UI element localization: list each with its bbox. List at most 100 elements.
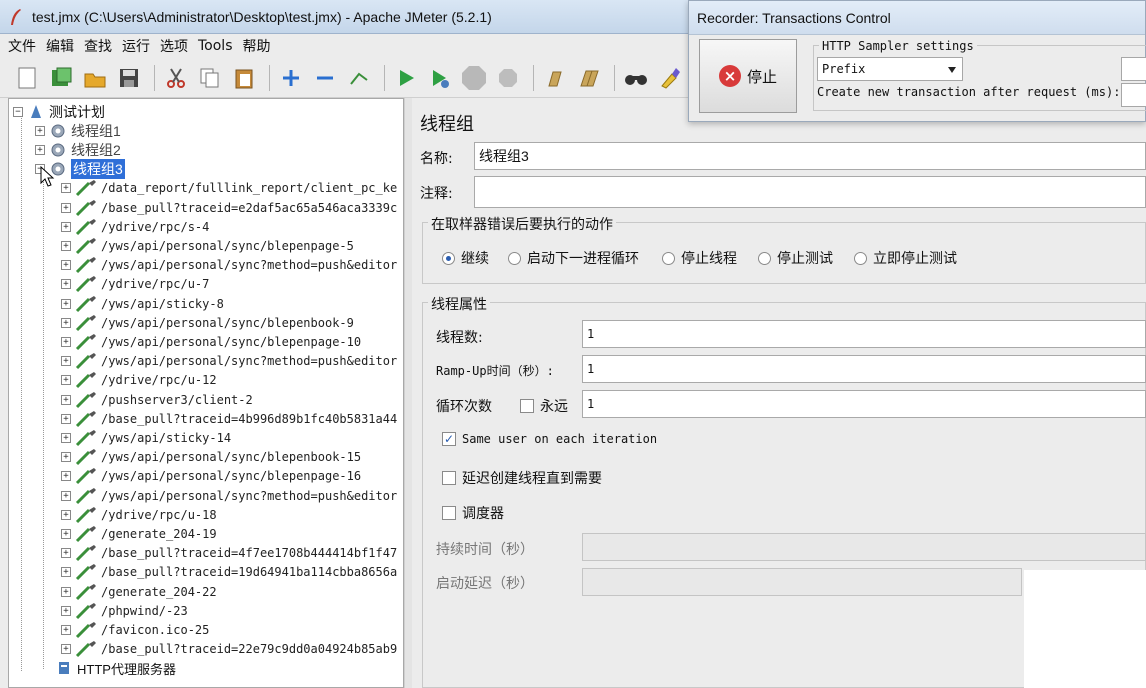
tree-node-proxy-server[interactable]: HTTP代理服务器	[55, 659, 176, 678]
radio-stop-thread[interactable]: 停止线程	[662, 248, 737, 268]
threads-field[interactable]: 1	[582, 320, 1146, 348]
tree-node-thread-group[interactable]: + 线程组2	[35, 140, 121, 159]
tree-node-http-request[interactable]: + /yws/api/personal/sync/blepenbook-9	[61, 313, 354, 332]
expand-toggle[interactable]: +	[35, 125, 45, 136]
radio-continue[interactable]: 继续	[442, 248, 489, 268]
radio-start-next-loop[interactable]: 启动下一进程循环	[508, 248, 639, 268]
tree-node-http-request[interactable]: + /yws/api/personal/sync/blepenbook-15	[61, 448, 361, 467]
tree-node-http-request[interactable]: + /base_pull?traceid=e2daf5ac65a546aca333…	[61, 198, 397, 217]
expand-toggle[interactable]: +	[61, 356, 71, 367]
scheduler-checkbox[interactable]: 调度器	[442, 503, 504, 523]
startup-delay-field[interactable]	[582, 568, 1022, 596]
clear-all-icon[interactable]	[574, 63, 604, 93]
cut-icon[interactable]	[161, 63, 191, 93]
expand-toggle[interactable]: +	[61, 202, 71, 213]
stop-icon[interactable]	[459, 63, 489, 93]
menu-help[interactable]: 帮助	[243, 36, 271, 56]
tree-node-http-request[interactable]: + /yws/api/personal/sync?method=push&edit…	[61, 256, 397, 275]
expand-toggle[interactable]: +	[61, 183, 71, 194]
expand-toggle[interactable]: +	[61, 394, 71, 405]
tree-node-http-request[interactable]: + /yws/api/personal/sync/blepenpage-10	[61, 332, 361, 351]
tree-node-http-request[interactable]: + /generate_204-22	[61, 582, 217, 601]
expand-toggle[interactable]: +	[61, 260, 71, 271]
save-icon[interactable]	[114, 63, 144, 93]
collapse-toggle[interactable]: −	[13, 106, 23, 117]
same-user-checkbox[interactable]: ✓ Same user on each iteration	[442, 432, 657, 446]
collapse-icon[interactable]	[310, 63, 340, 93]
duration-field[interactable]	[582, 533, 1146, 561]
tree-node-http-request[interactable]: + /yws/api/personal/sync/blepenpage-16	[61, 467, 361, 486]
expand-toggle[interactable]: +	[61, 644, 71, 655]
expand-toggle[interactable]: +	[61, 298, 71, 309]
copy-icon[interactable]	[195, 63, 225, 93]
tree-node-http-request[interactable]: + /data_report/fulllink_report/client_pc_…	[61, 179, 397, 198]
menu-run[interactable]: 运行	[122, 36, 150, 56]
tree-node-http-request[interactable]: + /generate_204-19	[61, 524, 217, 543]
tree-node-http-request[interactable]: + /yws/api/personal/sync/blepenpage-5	[61, 236, 354, 255]
tree-node-http-request[interactable]: + /base_pull?traceid=4f7ee1708b444414bf1f…	[61, 544, 397, 563]
expand-toggle[interactable]: +	[61, 221, 71, 232]
tree-node-http-request[interactable]: + /ydrive/rpc/u-7	[61, 275, 209, 294]
recorder-prefix-field[interactable]	[1121, 57, 1146, 81]
rampup-field[interactable]: 1	[582, 355, 1146, 383]
paste-icon[interactable]	[229, 63, 259, 93]
expand-toggle[interactable]: +	[61, 509, 71, 520]
expand-toggle[interactable]: +	[61, 432, 71, 443]
expand-toggle[interactable]: +	[61, 471, 71, 482]
search-icon[interactable]	[621, 63, 651, 93]
expand-toggle[interactable]: +	[61, 413, 71, 424]
reset-search-icon[interactable]	[655, 63, 685, 93]
create-tx-field[interactable]	[1121, 83, 1146, 107]
tree-node-http-request[interactable]: + /phpwind/-23	[61, 601, 188, 620]
menu-tools[interactable]: Tools	[198, 38, 233, 54]
expand-toggle[interactable]: +	[61, 240, 71, 251]
tree-node-http-request[interactable]: + /ydrive/rpc/s-4	[61, 217, 209, 236]
tree-node-test-plan[interactable]: − 测试计划	[13, 102, 105, 121]
expand-toggle[interactable]: +	[61, 336, 71, 347]
radio-stop-test[interactable]: 停止测试	[758, 248, 833, 268]
expand-toggle[interactable]: +	[61, 279, 71, 290]
loop-field[interactable]: 1	[582, 390, 1146, 418]
expand-toggle[interactable]: +	[61, 605, 71, 616]
menu-search[interactable]: 查找	[84, 36, 112, 56]
expand-icon[interactable]	[276, 63, 306, 93]
tree-node-http-request[interactable]: + /base_pull?traceid=19d64941ba114cbba865…	[61, 563, 397, 582]
expand-toggle[interactable]: +	[61, 452, 71, 463]
expand-toggle[interactable]: +	[61, 490, 71, 501]
tree-node-http-request[interactable]: + /yws/api/personal/sync?method=push&edit…	[61, 486, 397, 505]
toggle-icon[interactable]	[344, 63, 374, 93]
menu-file[interactable]: 文件	[8, 36, 36, 56]
new-icon[interactable]	[12, 63, 42, 93]
expand-toggle[interactable]: +	[61, 586, 71, 597]
open-icon[interactable]	[80, 63, 110, 93]
expand-toggle[interactable]: +	[61, 375, 71, 386]
shutdown-icon[interactable]	[493, 63, 523, 93]
tree-node-http-request[interactable]: + /pushserver3/client-2	[61, 390, 253, 409]
prefix-select[interactable]: Prefix	[817, 57, 963, 81]
menu-edit[interactable]: 编辑	[46, 36, 74, 56]
tree-node-http-request[interactable]: + /ydrive/rpc/u-18	[61, 505, 217, 524]
expand-toggle[interactable]: +	[61, 567, 71, 578]
recorder-stop-button[interactable]: × 停止	[699, 39, 797, 113]
forever-checkbox[interactable]: 永远	[520, 396, 568, 416]
tree-node-http-request[interactable]: + /base_pull?traceid=22e79c9dd0a04924b85a…	[61, 640, 397, 659]
tree-node-http-request[interactable]: + /yws/api/personal/sync?method=push&edit…	[61, 352, 397, 371]
name-field[interactable]: 线程组3	[474, 142, 1146, 170]
radio-stop-test-now[interactable]: 立即停止测试	[854, 248, 957, 268]
tree-node-thread-group[interactable]: + 线程组1	[35, 121, 121, 140]
expand-toggle[interactable]: +	[61, 528, 71, 539]
expand-toggle[interactable]: +	[35, 144, 45, 155]
start-no-pause-icon[interactable]	[425, 63, 455, 93]
tree-node-http-request[interactable]: + /yws/api/sticky-8	[61, 294, 224, 313]
tree-node-http-request[interactable]: + /yws/api/sticky-14	[61, 428, 231, 447]
clear-icon[interactable]	[540, 63, 570, 93]
delay-create-checkbox[interactable]: 延迟创建线程直到需要	[442, 468, 602, 488]
tree-node-http-request[interactable]: + /ydrive/rpc/u-12	[61, 371, 217, 390]
comment-field[interactable]	[474, 176, 1146, 208]
start-icon[interactable]	[391, 63, 421, 93]
expand-toggle[interactable]: +	[61, 624, 71, 635]
expand-toggle[interactable]: +	[61, 548, 71, 559]
tree-node-http-request[interactable]: + /favicon.ico-25	[61, 620, 209, 639]
expand-toggle[interactable]: +	[61, 317, 71, 328]
templates-icon[interactable]	[46, 63, 76, 93]
